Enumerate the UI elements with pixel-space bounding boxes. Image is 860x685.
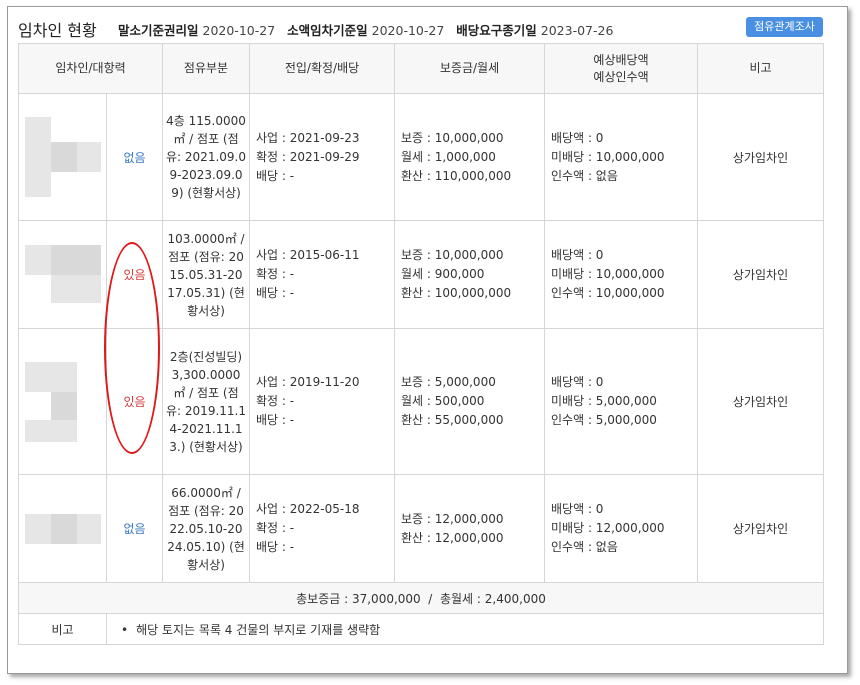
blurred-name bbox=[21, 361, 105, 442]
row-note: 상가임차인 bbox=[697, 220, 825, 329]
dividend-date: 배당 : - bbox=[256, 168, 295, 183]
converted-amount: 환산 : 110,000,000 bbox=[401, 168, 512, 183]
expected-unpaid: 미배당 : 10,000,000 bbox=[551, 267, 665, 281]
deposit-amount: 보증 : 5,000,000 bbox=[401, 375, 496, 389]
opposability: 없음 bbox=[105, 93, 164, 221]
col-dates: 전입/확정/배당 bbox=[249, 43, 396, 94]
tenant-name-redacted bbox=[18, 474, 107, 583]
monthly-rent: 월세 : 1,000,000 bbox=[401, 149, 496, 164]
tenant-name-redacted bbox=[18, 328, 107, 475]
expected-unpaid: 미배당 : 5,000,000 bbox=[551, 394, 657, 408]
tenant-status-header: 임차인 현황 말소기준권리일 2020-10-27 소액임차기준일 2020-1… bbox=[18, 13, 823, 43]
dividend-date: 배당 : - bbox=[256, 286, 295, 300]
col-expected-line2: 예상인수액 bbox=[593, 69, 649, 84]
expected-dividend: 배당액 : 0 bbox=[551, 375, 604, 389]
expected-cell: 배당액 : 0 미배당 : 5,000,000 인수액 : 5,000,000 bbox=[544, 328, 699, 475]
occupancy-part: 103.0000㎡ / 점포 (점유: 2015.05.31-2017.05.3… bbox=[162, 220, 251, 329]
deposit-amount: 보증 : 10,000,000 bbox=[401, 248, 504, 262]
col-tenant: 임차인/대항력 bbox=[17, 43, 164, 94]
dividend-date: 배당 : - bbox=[256, 413, 295, 427]
expected-cell: 배당액 : 0 미배당 : 12,000,000 인수액 : 없음 bbox=[544, 474, 699, 583]
monthly-rent: 월세 : 500,000 bbox=[401, 394, 485, 408]
confirmed-date: 확정 : - bbox=[256, 394, 295, 408]
soaek-date-label: 소액임차기준일 bbox=[287, 23, 368, 38]
expected-cell: 배당액 : 0 미배당 : 10,000,000 인수액 : 10,000,00… bbox=[544, 220, 699, 329]
occupancy-part: 4층 115.0000㎡ / 점포 (점유: 2021.09.09-2023.0… bbox=[162, 93, 251, 221]
occupancy-part: 2층(진성빌딩) 3,300.0000㎡ / 점포 (점유: 2019.11.1… bbox=[162, 328, 251, 475]
row-note: 상가임차인 bbox=[697, 328, 825, 475]
date-cell: 사업 : 2021-09-23 확정 : 2021-09-29 배당 : - bbox=[249, 93, 396, 221]
col-note: 비고 bbox=[697, 43, 825, 94]
date-cell: 사업 : 2022-05-18 확정 : - 배당 : - bbox=[249, 474, 396, 583]
monthly-rent: 월세 : 900,000 bbox=[401, 267, 485, 281]
blurred-name bbox=[21, 244, 105, 305]
totals-text: 총보증금 : 37,000,000 / 총월세 : 2,400,000 bbox=[17, 582, 825, 614]
col-deposit: 보증금/월세 bbox=[394, 43, 546, 94]
expected-unpaid: 미배당 : 12,000,000 bbox=[551, 521, 665, 535]
remarks-cell: 해당 토지는 목록 4 건물의 부지로 기재를 생략함 bbox=[105, 613, 825, 645]
remarks-row: 비고 해당 토지는 목록 4 건물의 부지로 기재를 생략함 bbox=[18, 613, 825, 645]
table-row: 없음 66.0000㎡ / 점포 (점유: 2022.05.10-2024.05… bbox=[18, 474, 825, 583]
baedang-date-value: 2023-07-26 bbox=[540, 23, 614, 38]
confirmed-date: 확정 : - bbox=[256, 521, 295, 535]
expected-dividend: 배당액 : 0 bbox=[551, 248, 604, 262]
date-cell: 사업 : 2019-11-20 확정 : - 배당 : - bbox=[249, 328, 396, 475]
deposit-cell: 보증 : 12,000,000 환산 : 12,000,000 bbox=[394, 474, 546, 583]
deposit-cell: 보증 : 10,000,000 월세 : 900,000 환산 : 100,00… bbox=[394, 220, 546, 329]
col-expected: 예상배당액 예상인수액 bbox=[544, 43, 699, 94]
red-highlight-ellipse bbox=[104, 242, 160, 454]
deposit-cell: 보증 : 5,000,000 월세 : 500,000 환산 : 55,000,… bbox=[394, 328, 546, 475]
blurred-name bbox=[21, 513, 105, 544]
expected-assumed: 인수액 : 5,000,000 bbox=[551, 413, 657, 427]
moved-in-date: 사업 : 2022-05-18 bbox=[256, 502, 360, 516]
remarks-text: 해당 토지는 목록 4 건물의 부지로 기재를 생략함 bbox=[107, 623, 380, 637]
converted-amount: 환산 : 55,000,000 bbox=[401, 413, 504, 427]
malso-date-value: 2020-10-27 bbox=[202, 23, 276, 38]
converted-amount: 환산 : 100,000,000 bbox=[401, 286, 512, 300]
remarks-label: 비고 bbox=[18, 613, 107, 645]
malso-date-label: 말소기준권리일 bbox=[118, 23, 199, 38]
date-cell: 사업 : 2015-06-11 확정 : - 배당 : - bbox=[249, 220, 396, 329]
expected-assumed: 인수액 : 없음 bbox=[551, 168, 618, 183]
deposit-cell: 보증 : 10,000,000 월세 : 1,000,000 환산 : 110,… bbox=[394, 93, 546, 221]
moved-in-date: 사업 : 2019-11-20 bbox=[256, 375, 360, 389]
tenant-name-redacted bbox=[18, 220, 107, 329]
occupancy-part: 66.0000㎡ / 점포 (점유: 2022.05.10-2024.05.10… bbox=[162, 474, 251, 583]
confirmed-date: 확정 : 2021-09-29 bbox=[256, 149, 360, 164]
dividend-date: 배당 : - bbox=[256, 540, 295, 554]
col-occupancy: 점유부분 bbox=[162, 43, 251, 94]
col-expected-line1: 예상배당액 bbox=[593, 52, 649, 67]
expected-dividend: 배당액 : 0 bbox=[551, 130, 604, 145]
soaek-date-value: 2020-10-27 bbox=[371, 23, 445, 38]
row-note: 상가임차인 bbox=[697, 93, 825, 221]
blurred-name bbox=[21, 117, 105, 197]
expected-cell: 배당액 : 0 미배당 : 10,000,000 인수액 : 없음 bbox=[544, 93, 699, 221]
expected-unpaid: 미배당 : 10,000,000 bbox=[551, 149, 665, 164]
confirmed-date: 확정 : - bbox=[256, 267, 295, 281]
moved-in-date: 사업 : 2021-09-23 bbox=[256, 130, 360, 145]
occupancy-survey-button[interactable]: 점유관계조사 bbox=[746, 17, 823, 37]
tenant-name-redacted bbox=[18, 93, 107, 221]
opposability: 없음 bbox=[105, 474, 164, 583]
row-note: 상가임차인 bbox=[697, 474, 825, 583]
converted-amount: 환산 : 12,000,000 bbox=[401, 530, 504, 545]
expected-assumed: 인수액 : 10,000,000 bbox=[551, 286, 665, 300]
table-row: 없음 4층 115.0000㎡ / 점포 (점유: 2021.09.09-202… bbox=[18, 93, 825, 221]
moved-in-date: 사업 : 2015-06-11 bbox=[256, 248, 360, 262]
expected-assumed: 인수액 : 없음 bbox=[551, 540, 618, 554]
table-header-row: 임차인/대항력 점유부분 전입/확정/배당 보증금/월세 예상배당액 예상인수액… bbox=[17, 43, 825, 94]
reference-dates: 말소기준권리일 2020-10-27 소액임차기준일 2020-10-27 배당… bbox=[118, 20, 621, 39]
deposit-amount: 보증 : 10,000,000 bbox=[401, 130, 504, 145]
deposit-amount: 보증 : 12,000,000 bbox=[401, 511, 504, 526]
baedang-date-label: 배당요구종기일 bbox=[456, 23, 537, 38]
section-title: 임차인 현황 bbox=[18, 21, 97, 40]
totals-row: 총보증금 : 37,000,000 / 총월세 : 2,400,000 bbox=[17, 582, 825, 614]
expected-dividend: 배당액 : 0 bbox=[551, 502, 604, 516]
